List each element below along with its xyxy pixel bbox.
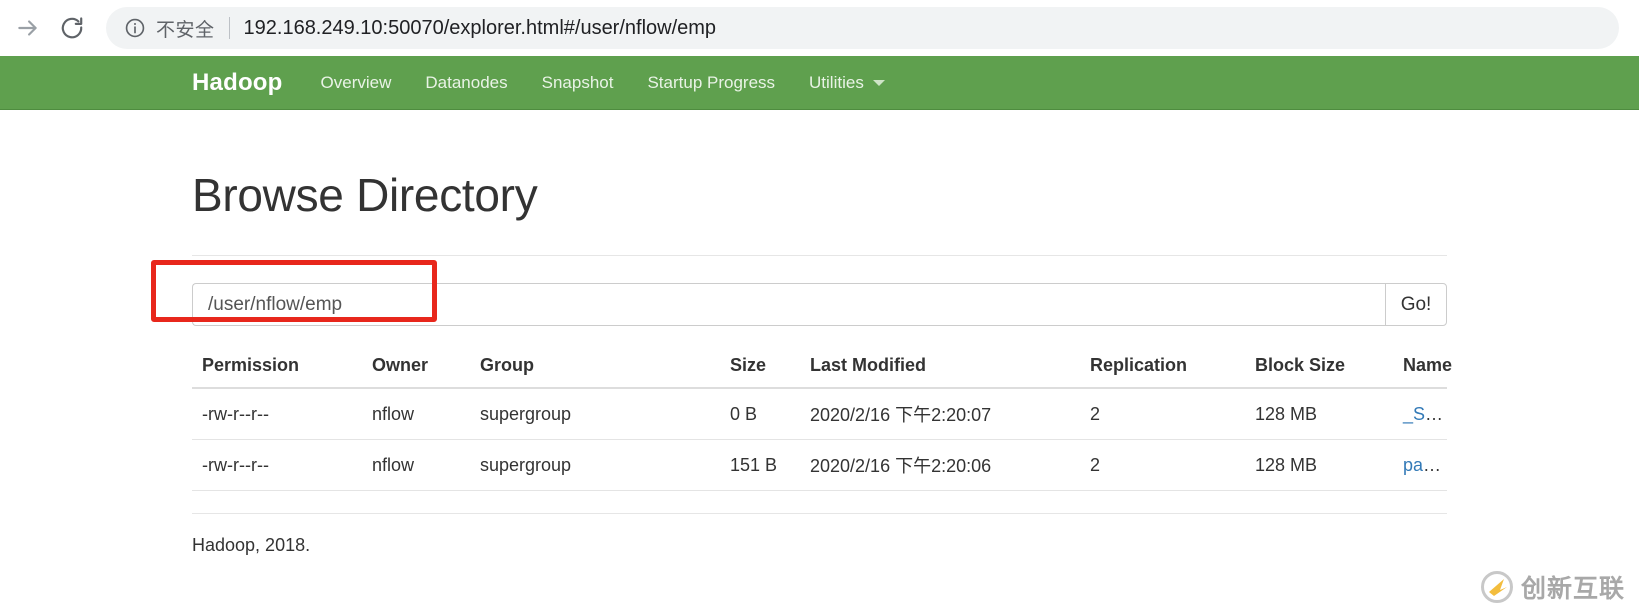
browser-toolbar: 不安全 192.168.249.10:50070/explorer.html#/…: [0, 0, 1639, 56]
nav-label: Utilities: [809, 73, 864, 93]
path-input-group: Go!: [192, 283, 1447, 326]
footer-text: Hadoop, 2018.: [192, 535, 1447, 556]
cell-name: _SUCCESS: [1393, 388, 1447, 440]
column-header-permission[interactable]: Permission: [192, 344, 362, 388]
cell-size: 151 B: [720, 440, 800, 491]
url-text[interactable]: 192.168.249.10:50070/explorer.html#/user…: [244, 17, 717, 40]
cell-size: 0 B: [720, 388, 800, 440]
cell-group: supergroup: [470, 388, 720, 440]
chevron-down-icon: [873, 80, 885, 86]
cell-owner: nflow: [362, 440, 470, 491]
security-status-label: 不安全: [156, 15, 215, 42]
nav-label: Datanodes: [425, 73, 507, 93]
column-header-name[interactable]: Name: [1393, 344, 1447, 388]
title-divider: [192, 255, 1447, 256]
reload-icon: [59, 15, 85, 41]
nav-item-datanodes[interactable]: Datanodes: [425, 73, 507, 93]
cell-permission: -rw-r--r--: [192, 388, 362, 440]
hadoop-navbar: Hadoop Overview Datanodes Snapshot Start…: [0, 56, 1639, 110]
nav-item-overview[interactable]: Overview: [321, 73, 392, 93]
page-content: Browse Directory Go! Permission Owner Gr…: [0, 168, 1639, 556]
column-header-modified[interactable]: Last Modified: [800, 344, 1080, 388]
cell-permission: -rw-r--r--: [192, 440, 362, 491]
cell-blocksize: 128 MB: [1245, 440, 1393, 491]
reload-button[interactable]: [50, 6, 94, 50]
nav-item-snapshot[interactable]: Snapshot: [542, 73, 614, 93]
cell-owner: nflow: [362, 388, 470, 440]
column-header-blocksize[interactable]: Block Size: [1245, 344, 1393, 388]
nav-label: Startup Progress: [647, 73, 775, 93]
watermark-text: 创新互联: [1521, 569, 1625, 605]
cell-replication: 2: [1080, 440, 1245, 491]
column-header-size[interactable]: Size: [720, 344, 800, 388]
cell-name: part-m-00000: [1393, 440, 1447, 491]
go-button[interactable]: Go!: [1385, 283, 1447, 326]
column-header-group[interactable]: Group: [470, 344, 720, 388]
cell-blocksize: 128 MB: [1245, 388, 1393, 440]
table-row: -rw-r--r-- nflow supergroup 0 B 2020/2/1…: [192, 388, 1447, 440]
column-header-replication[interactable]: Replication: [1080, 344, 1245, 388]
file-listing-table: Permission Owner Group Size Last Modifie…: [192, 344, 1447, 491]
footer-divider: [192, 513, 1447, 514]
circle-swoosh-logo-icon: [1480, 570, 1514, 604]
address-bar[interactable]: 不安全 192.168.249.10:50070/explorer.html#/…: [106, 7, 1619, 49]
info-circle-icon[interactable]: [124, 17, 146, 39]
cell-modified: 2020/2/16 下午2:20:06: [800, 440, 1080, 491]
table-row: -rw-r--r-- nflow supergroup 151 B 2020/2…: [192, 440, 1447, 491]
navbar-brand[interactable]: Hadoop: [192, 69, 283, 97]
nav-label: Snapshot: [542, 73, 614, 93]
omnibox-divider: [229, 17, 230, 39]
nav-item-startup-progress[interactable]: Startup Progress: [647, 73, 775, 93]
nav-item-utilities[interactable]: Utilities: [809, 73, 885, 93]
page-title: Browse Directory: [192, 168, 1447, 222]
path-input[interactable]: [192, 283, 1385, 326]
watermark: 创新互联: [1480, 569, 1625, 605]
table-header-row: Permission Owner Group Size Last Modifie…: [192, 344, 1447, 388]
nav-label: Overview: [321, 73, 392, 93]
file-link[interactable]: _SUCCESS: [1403, 404, 1447, 424]
cell-modified: 2020/2/16 下午2:20:07: [800, 388, 1080, 440]
column-header-owner[interactable]: Owner: [362, 344, 470, 388]
forward-button[interactable]: [6, 6, 50, 50]
cell-replication: 2: [1080, 388, 1245, 440]
file-link[interactable]: part-m-00000: [1403, 455, 1447, 475]
cell-group: supergroup: [470, 440, 720, 491]
arrow-right-icon: [15, 15, 41, 41]
